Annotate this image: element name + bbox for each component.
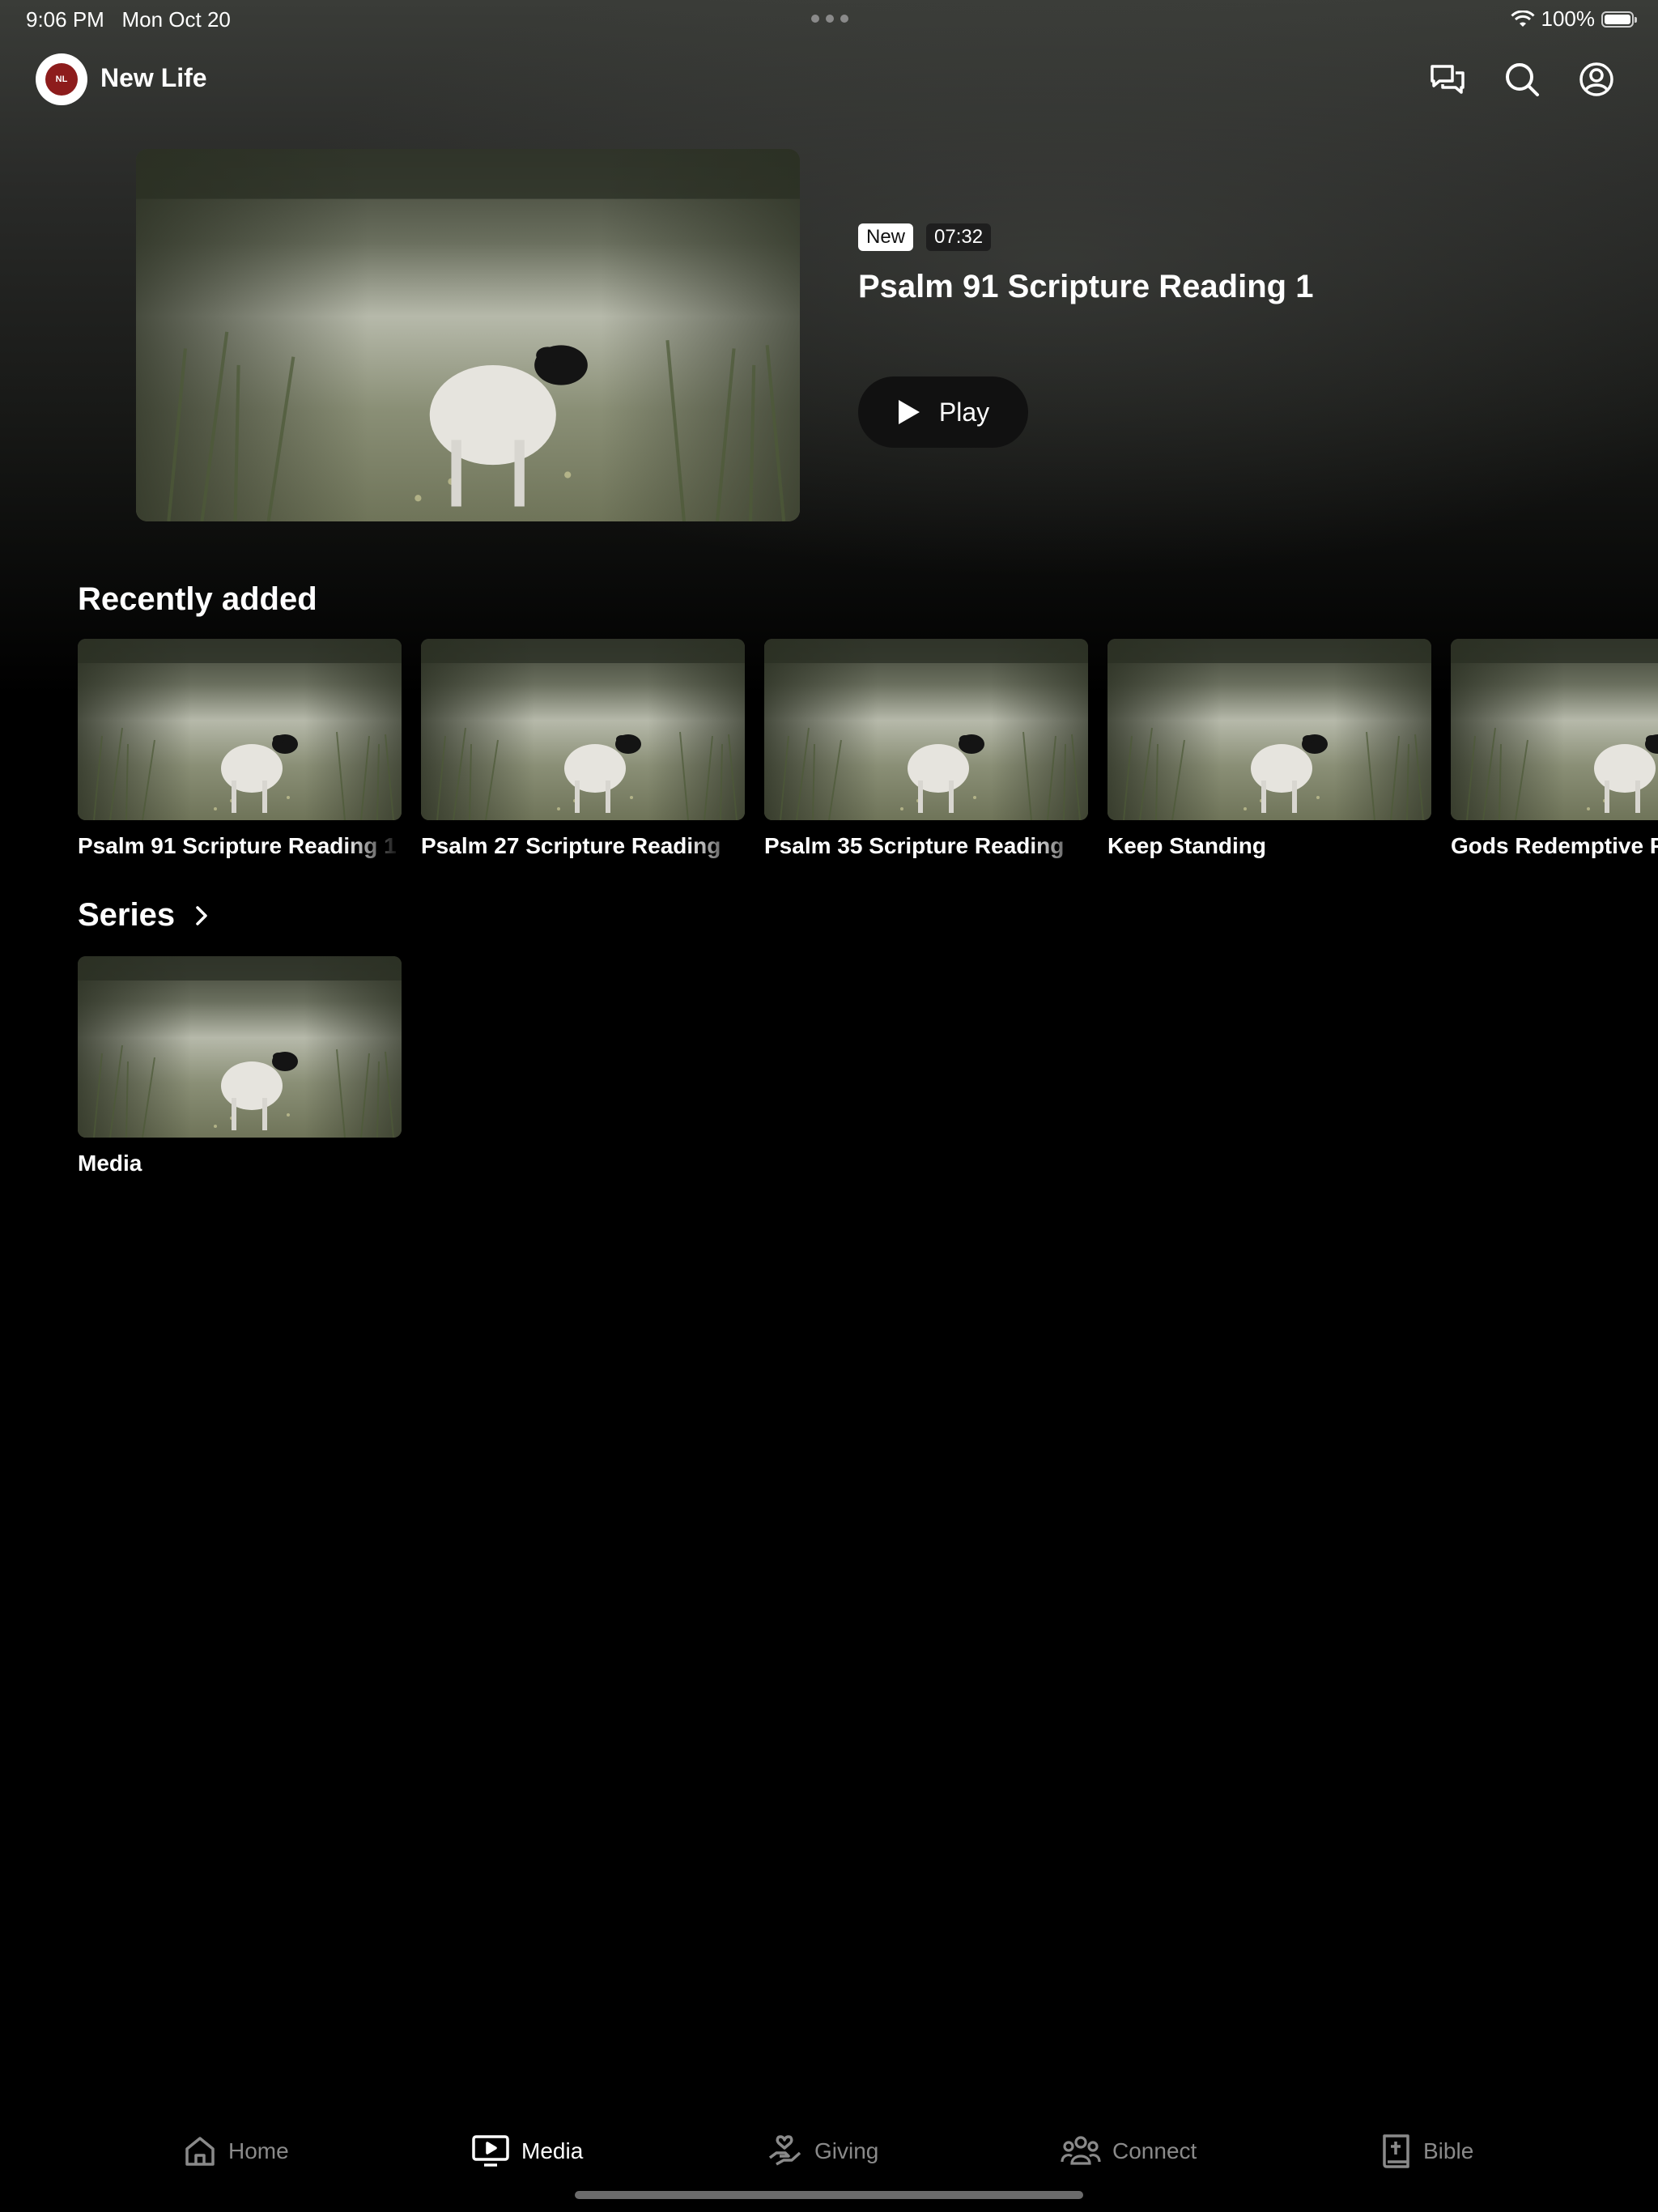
play-button[interactable]: Play xyxy=(858,376,1028,448)
app-header: NL New Life xyxy=(0,49,1658,110)
home-indicator[interactable] xyxy=(575,2191,1083,2199)
wifi-icon xyxy=(1510,10,1535,27)
new-badge: New xyxy=(858,223,914,251)
chat-icon xyxy=(1431,65,1465,94)
card-thumbnail xyxy=(1107,639,1431,820)
card-title: Psalm 35 Scripture Reading xyxy=(764,833,1065,858)
media-icon xyxy=(472,2135,509,2167)
tab-label: Media xyxy=(521,2138,584,2163)
status-date: Mon Oct 20 xyxy=(121,7,231,32)
media-card[interactable]: Keep Standing xyxy=(1107,639,1431,859)
status-time: 9:06 PM xyxy=(26,7,104,32)
card-thumbnail xyxy=(78,639,402,820)
multitasking-handle[interactable] xyxy=(811,15,848,23)
lamb-image xyxy=(136,149,800,521)
tab-bar: Home Media Giving Connect Bible xyxy=(0,2115,1658,2188)
header-actions xyxy=(1426,58,1618,100)
play-icon xyxy=(898,400,920,424)
series-card-title: Media xyxy=(78,1151,142,1176)
card-thumbnail xyxy=(421,639,745,820)
series-thumbnail xyxy=(78,956,402,1138)
media-card[interactable]: Psalm 27 Scripture Reading xyxy=(421,639,745,859)
status-bar: 9:06 PM Mon Oct 20 100% xyxy=(0,0,1658,39)
chat-button[interactable] xyxy=(1426,58,1469,100)
card-thumbnail xyxy=(764,639,1088,820)
recently-added-carousel[interactable]: Psalm 91 Scripture Reading 1 Psalm 27 Sc… xyxy=(78,639,1658,866)
account-icon xyxy=(1579,62,1613,96)
recently-added-title: Recently added xyxy=(78,581,317,617)
status-right: 100% xyxy=(1510,6,1637,32)
status-time-date: 9:06 PM Mon Oct 20 xyxy=(26,7,231,32)
series-card[interactable]: Media xyxy=(78,956,402,1176)
card-title: Gods Redemptive Plan xyxy=(1451,833,1658,858)
play-label: Play xyxy=(938,397,990,427)
series-title: Series xyxy=(78,897,176,933)
featured-info: New 07:32 Psalm 91 Scripture Reading 1 xyxy=(858,223,1313,305)
bible-icon xyxy=(1383,2134,1409,2168)
card-title: Psalm 27 Scripture Reading xyxy=(421,833,721,858)
giving-icon xyxy=(768,2135,801,2166)
battery-icon xyxy=(1601,11,1637,28)
chevron-right-icon xyxy=(196,905,207,925)
tab-label: Bible xyxy=(1423,2138,1474,2163)
tab-home[interactable]: Home xyxy=(183,2115,289,2188)
tab-label: Home xyxy=(228,2138,289,2163)
home-icon xyxy=(185,2137,215,2166)
tab-bible[interactable]: Bible xyxy=(1380,2115,1473,2188)
connect-icon xyxy=(1061,2136,1101,2165)
media-card[interactable]: Psalm 35 Scripture Reading xyxy=(764,639,1088,859)
duration-badge: 07:32 xyxy=(926,223,992,251)
featured-title: Psalm 91 Scripture Reading 1 xyxy=(858,269,1314,304)
tab-label: Connect xyxy=(1112,2138,1197,2163)
logo-mark: NL xyxy=(45,63,78,96)
card-title: Keep Standing xyxy=(1107,833,1267,858)
search-button[interactable] xyxy=(1501,58,1543,100)
media-card[interactable]: Gods Redemptive Plan xyxy=(1451,639,1658,859)
app-title: New Life xyxy=(100,63,207,92)
search-icon xyxy=(1506,63,1539,96)
profile-button[interactable] xyxy=(1575,58,1618,100)
tab-giving[interactable]: Giving xyxy=(767,2115,878,2188)
tab-media[interactable]: Media xyxy=(471,2115,583,2188)
tab-label: Giving xyxy=(814,2138,879,2163)
app-logo[interactable]: NL xyxy=(36,53,87,105)
card-title: Psalm 91 Scripture Reading 1 xyxy=(78,833,397,858)
series-header[interactable]: Series xyxy=(78,897,209,934)
featured-thumbnail[interactable] xyxy=(136,149,800,521)
media-card[interactable]: Psalm 91 Scripture Reading 1 xyxy=(78,639,402,859)
battery-percent: 100% xyxy=(1541,6,1596,31)
tab-connect[interactable]: Connect xyxy=(1061,2115,1197,2188)
card-thumbnail xyxy=(1451,639,1658,820)
